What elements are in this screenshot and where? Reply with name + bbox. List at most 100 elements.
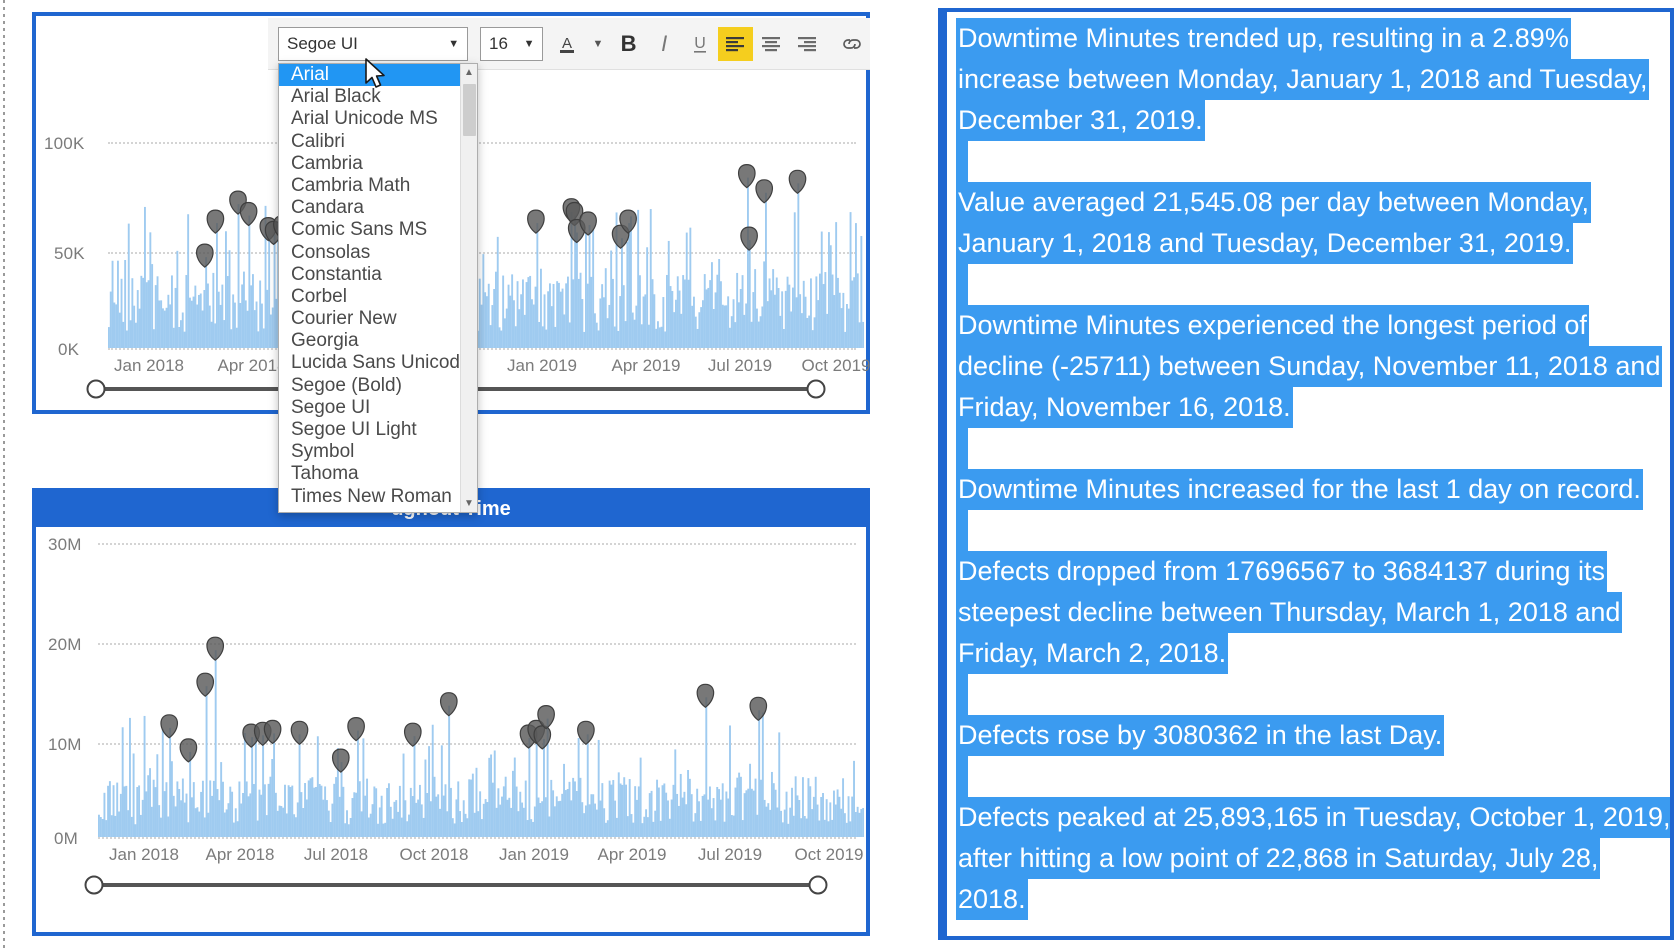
font-option-segoe-bold[interactable]: Segoe (Bold) — [279, 375, 477, 397]
screenshot-root: 100K 50K 0K Jan 2018 Apr 2018 Jul 2018 J… — [0, 0, 1680, 948]
slider-track[interactable] — [94, 883, 818, 887]
font-option-times-new-roman[interactable]: Times New Roman — [279, 486, 477, 508]
insight-line: Downtime Minutes trended up, resulting i… — [956, 18, 1571, 59]
font-option-symbol[interactable]: Symbol — [279, 441, 477, 463]
font-color-button[interactable]: A — [549, 27, 585, 61]
y-tick-50k: 50K — [54, 244, 85, 263]
chevron-down-icon: ▼ — [523, 37, 535, 50]
insight-line: increase between Monday, January 1, 2018… — [956, 59, 1650, 100]
x-tick-0: Jan 2018 — [114, 356, 184, 375]
y-tick-0k: 0K — [58, 340, 80, 359]
x-tick-b3: Oct 2018 — [399, 845, 469, 864]
font-family-select[interactable]: Segoe UI ▼ — [278, 26, 469, 61]
font-option-corbel[interactable]: Corbel — [279, 286, 477, 308]
insight-blank-line — [956, 141, 968, 182]
x-tick-1: Apr 2018 — [217, 356, 287, 375]
x-tick-b0: Jan 2018 — [109, 845, 179, 864]
font-option-calibri[interactable]: Calibri — [279, 131, 477, 153]
x-tick-b6: Jul 2019 — [697, 845, 763, 864]
font-size-select[interactable]: 16 ▼ — [479, 26, 544, 61]
insight-line: Defects rose by 3080362 in the last Day. — [956, 715, 1445, 756]
font-option-cambria-math[interactable]: Cambria Math — [279, 175, 477, 197]
font-option-consolas[interactable]: Consolas — [279, 242, 477, 264]
insights-content: Downtime Minutes trended up, resulting i… — [942, 12, 1670, 936]
insights-text-body[interactable]: Downtime Minutes trended up, resulting i… — [956, 18, 1670, 920]
insight-blank-line — [956, 674, 968, 715]
insights-panel[interactable]: Downtime Minutes trended up, resulting i… — [938, 8, 1674, 940]
insight-paragraph: Defects rose by 3080362 in the last Day. — [956, 715, 1670, 756]
bold-icon: B — [620, 30, 637, 56]
insight-paragraph: Defects dropped from 17696567 to 3684137… — [956, 551, 1670, 674]
insight-line: Friday, November 16, 2018. — [956, 387, 1293, 428]
italic-button[interactable]: I — [646, 27, 682, 61]
font-option-courier-new[interactable]: Courier New — [279, 308, 477, 330]
bold-button[interactable]: B — [611, 27, 647, 61]
font-option-arial[interactable]: Arial — [279, 64, 477, 87]
align-right-button[interactable] — [789, 27, 825, 61]
font-dropdown-list[interactable]: Arial Arial Black Arial Unicode MS Calibri C… — [279, 64, 477, 512]
font-option-lucida-sans-unicode[interactable]: Lucida Sans Unicode — [279, 352, 477, 374]
font-option-cambria[interactable]: Cambria — [279, 153, 477, 175]
x-tick-3: Jan 2019 — [507, 356, 577, 375]
slider-handle-left[interactable] — [84, 875, 104, 895]
font-family-value: Segoe UI — [287, 33, 358, 53]
insight-line: January 1, 2018 and Tuesday, December 31… — [956, 223, 1574, 264]
svg-text:A: A — [562, 35, 572, 52]
scrollbar-thumb[interactable] — [463, 84, 476, 136]
y-tick-100k: 100K — [44, 134, 85, 153]
slider-handle-left[interactable] — [86, 379, 106, 399]
scroll-down-arrow[interactable]: ▼ — [461, 495, 477, 512]
insight-blank-line — [956, 510, 968, 551]
insert-link-button[interactable] — [834, 27, 870, 61]
insight-line: Defects peaked at 25,893,165 in Tuesday,… — [956, 797, 1670, 838]
font-option-segoe-ui-light[interactable]: Segoe UI Light — [279, 419, 477, 441]
align-right-icon — [797, 36, 816, 51]
font-option-georgia[interactable]: Georgia — [279, 330, 477, 352]
font-option-arial-black[interactable]: Arial Black — [279, 86, 477, 108]
font-color-dropdown-button[interactable]: ▼ — [585, 27, 611, 61]
align-left-button[interactable] — [717, 26, 754, 61]
x-tick-b2: Jul 2018 — [303, 845, 369, 864]
insight-blank-line — [956, 264, 968, 305]
slider-handle-right[interactable] — [806, 379, 826, 399]
font-option-arial-unicode-ms[interactable]: Arial Unicode MS — [279, 108, 477, 130]
insight-line: Friday, March 2, 2018. — [956, 633, 1229, 674]
underline-icon: U — [693, 35, 706, 53]
insight-paragraph: Downtime Minutes increased for the last … — [956, 469, 1670, 510]
x-tick-4: Apr 2019 — [611, 356, 681, 375]
underline-button[interactable]: U — [682, 27, 718, 61]
insight-line: December 31, 2019. — [956, 100, 1205, 141]
insights-selection-bar — [942, 12, 947, 936]
align-left-icon — [726, 36, 745, 51]
x-tick-b1: Apr 2018 — [205, 845, 275, 864]
insight-line: after hitting a low point of 22,868 in S… — [956, 838, 1601, 879]
svg-text:U: U — [694, 35, 706, 52]
slider-handle-right[interactable] — [808, 875, 828, 895]
insight-line: Value averaged 21,545.08 per day between… — [956, 182, 1591, 223]
align-center-icon — [761, 36, 780, 51]
insight-line: Defects dropped from 17696567 to 3684137… — [956, 551, 1607, 592]
font-option-tahoma[interactable]: Tahoma — [279, 463, 477, 485]
chevron-down-icon: ▼ — [448, 37, 460, 50]
insight-line: 2018. — [956, 879, 1028, 920]
y-tick-10m: 10M — [48, 735, 82, 754]
italic-icon: I — [661, 30, 668, 56]
defects-visual[interactable]: ughout Time 30M 20M 10M 0M Jan 2018 Apr … — [32, 488, 870, 936]
downtime-anomaly-markers — [195, 163, 807, 268]
align-center-button[interactable] — [753, 27, 789, 61]
font-color-icon: A — [560, 35, 575, 53]
y-tick-0m: 0M — [54, 829, 79, 848]
x-tick-b5: Apr 2019 — [597, 845, 667, 864]
dropdown-scrollbar[interactable]: ▲ ▼ — [460, 64, 477, 512]
font-family-dropdown[interactable]: Arial Arial Black Arial Unicode MS Calibri C… — [278, 63, 478, 513]
y-tick-30m: 30M — [48, 535, 82, 554]
x-tick-b4: Jan 2019 — [499, 845, 569, 864]
font-option-comic-sans-ms[interactable]: Comic Sans MS — [279, 219, 477, 241]
scroll-up-arrow[interactable]: ▲ — [461, 64, 477, 81]
chevron-down-icon: ▼ — [592, 37, 604, 50]
font-option-candara[interactable]: Candara — [279, 197, 477, 219]
font-option-constantia[interactable]: Constantia — [279, 264, 477, 286]
defects-range-slider[interactable] — [84, 870, 828, 900]
font-option-segoe-ui[interactable]: Segoe UI — [279, 397, 477, 419]
insight-line: decline (-25711) between Sunday, Novembe… — [956, 346, 1663, 387]
